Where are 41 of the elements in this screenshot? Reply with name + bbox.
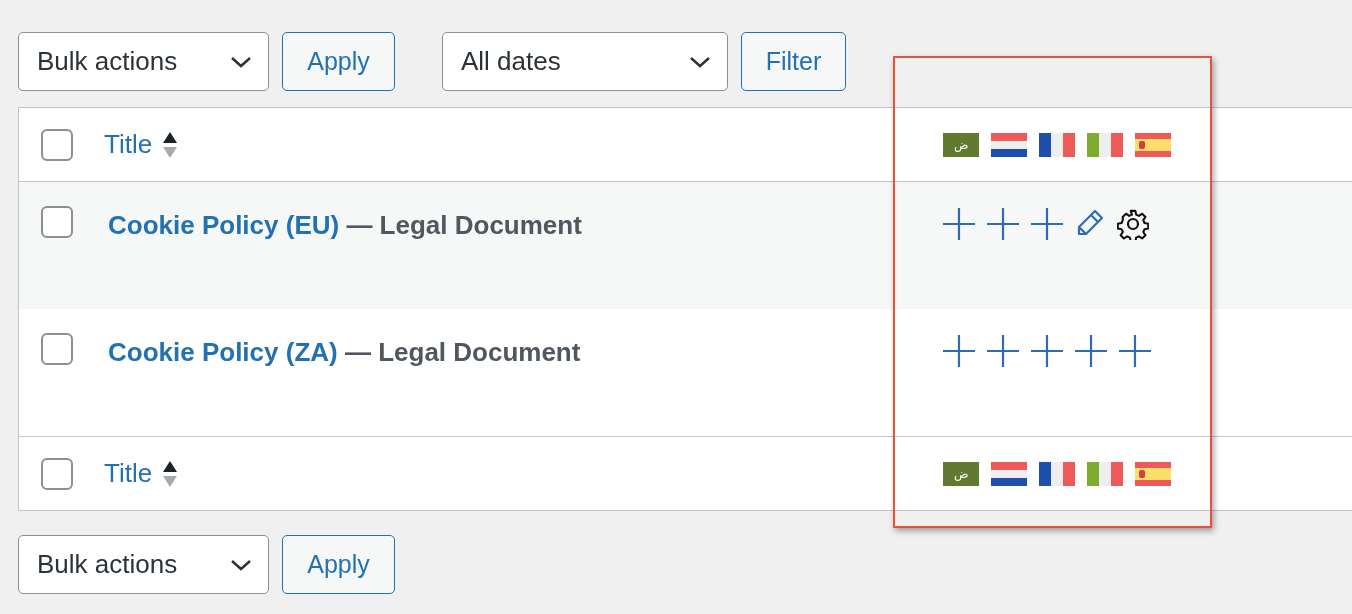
row-checkbox[interactable] — [41, 206, 73, 238]
sort-title-link[interactable]: Title — [104, 125, 943, 164]
row-checkbox[interactable] — [41, 128, 73, 161]
language-flag-icon[interactable]: ض — [943, 461, 979, 486]
dropdown-select[interactable]: Bulk actions — [18, 32, 269, 91]
plus-icon[interactable] — [943, 208, 975, 240]
plus-icon[interactable] — [987, 208, 1019, 240]
sort-title-link[interactable]: Title — [104, 454, 943, 493]
post-state: — Legal Document — [346, 210, 582, 240]
language-flag-icon[interactable] — [1087, 132, 1123, 157]
post-title-link[interactable]: Cookie Policy (ZA) — [108, 337, 338, 367]
apply-button[interactable]: Apply — [282, 32, 395, 91]
row-checkbox[interactable] — [41, 333, 73, 365]
sort-icon[interactable] — [162, 130, 179, 159]
pencil-icon[interactable] — [1075, 208, 1105, 238]
language-flag-icon[interactable] — [1039, 461, 1075, 486]
language-flag-icon[interactable] — [991, 461, 1027, 486]
plus-icon[interactable] — [943, 335, 975, 367]
plus-icon[interactable] — [1031, 208, 1063, 240]
dropdown-select[interactable]: All dates — [442, 32, 728, 91]
post-state: — Legal Document — [344, 337, 581, 367]
post-title-link[interactable]: Cookie Policy (EU) — [108, 210, 340, 240]
dropdown-select[interactable]: Bulk actions — [18, 535, 269, 594]
settings-icon[interactable] — [1117, 208, 1149, 240]
apply-button[interactable]: Apply — [282, 535, 395, 594]
chevron-down-icon — [230, 54, 252, 69]
plus-icon[interactable] — [1075, 335, 1107, 367]
row-checkbox[interactable] — [41, 457, 73, 490]
plus-icon[interactable] — [987, 335, 1019, 367]
language-flag-icon[interactable] — [1135, 461, 1171, 486]
language-flag-icon[interactable]: ض — [943, 132, 979, 157]
language-flag-icon[interactable] — [1039, 132, 1075, 157]
chevron-down-icon — [230, 557, 252, 572]
plus-icon[interactable] — [1119, 335, 1151, 367]
chevron-down-icon — [689, 54, 711, 69]
language-flag-icon[interactable] — [1087, 461, 1123, 486]
language-flag-icon[interactable] — [1135, 132, 1171, 157]
filter-button[interactable]: Filter — [741, 32, 846, 91]
sort-icon[interactable] — [162, 459, 179, 488]
plus-icon[interactable] — [1031, 335, 1063, 367]
language-flag-icon[interactable] — [991, 132, 1027, 157]
